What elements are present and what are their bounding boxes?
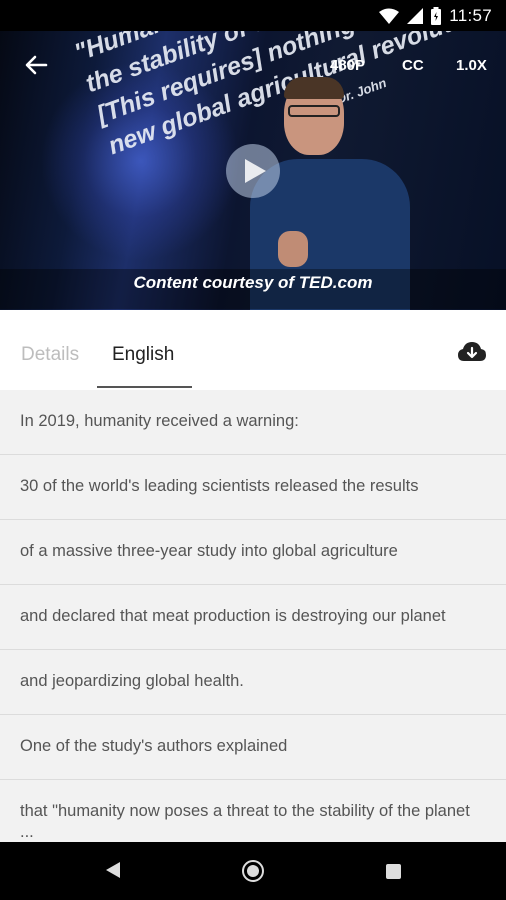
tab-bar: Details English [0,317,506,390]
navigation-bar [0,842,506,900]
nav-recent-apps-icon[interactable] [386,864,401,879]
wifi-icon [379,8,400,24]
transcript-line[interactable]: One of the study's authors explained [0,715,506,780]
battery-icon [431,7,442,25]
video-progress-area [0,310,506,317]
transcript-line[interactable]: and jeopardizing global health. [0,650,506,715]
speaker-hand [278,231,308,267]
transcript-line[interactable]: In 2019, humanity received a warning: [0,390,506,455]
play-icon [245,159,266,183]
video-caption: Content courtesy of TED.com [133,273,373,292]
back-arrow-icon[interactable] [22,51,50,79]
nav-home-icon[interactable] [242,860,264,882]
transcript-line[interactable]: of a massive three-year study into globa… [0,520,506,585]
tab-english[interactable]: English [112,344,174,366]
speaker-hair [284,77,344,99]
play-button[interactable] [226,144,280,198]
transcript-line[interactable]: that "humanity now poses a threat to the… [0,780,506,850]
tab-details[interactable]: Details [21,344,79,366]
nav-back-icon[interactable] [105,861,121,879]
transcript-line[interactable]: 30 of the world's leading scientists rel… [0,455,506,520]
transcript-line[interactable]: and declared that meat production is des… [0,585,506,650]
tab-indicator [97,386,192,388]
cloud-download-icon[interactable] [457,340,487,364]
status-time: 11:57 [449,6,492,25]
status-bar: 11:57 [0,0,506,31]
speed-button[interactable]: 1.0X [456,57,487,74]
quality-button[interactable]: 480P [330,57,365,74]
captions-button[interactable]: CC [402,57,424,74]
video-player[interactable]: "Humanity now poses a threat to the stab… [0,31,506,317]
status-icons: 11:57 [379,5,492,27]
speaker-glasses [288,105,340,117]
transcript-list: In 2019, humanity received a warning: 30… [0,390,506,850]
signal-icon [407,8,424,24]
